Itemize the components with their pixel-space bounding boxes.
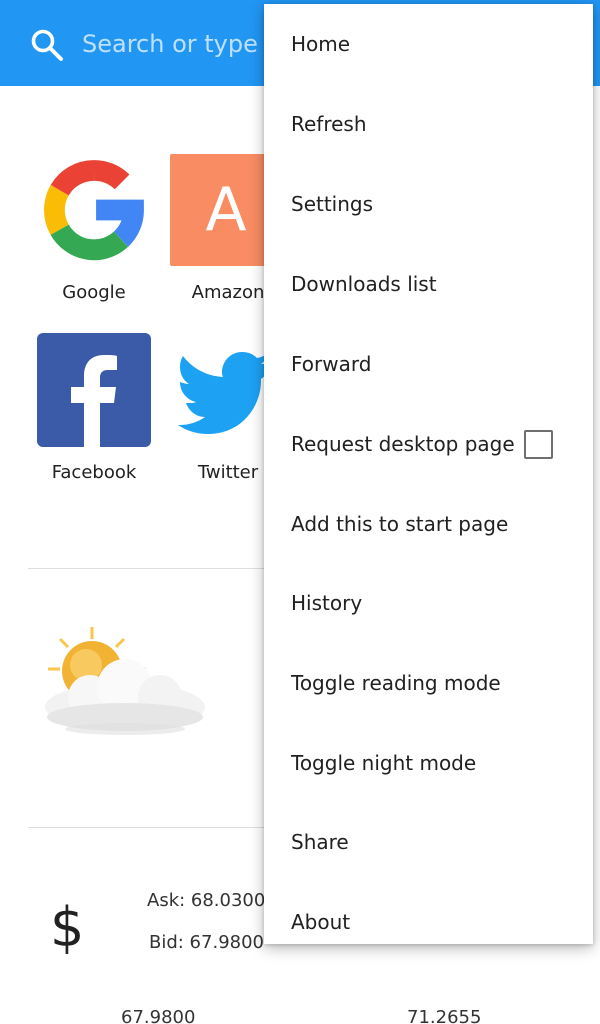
- speed-dial-google[interactable]: Google: [28, 150, 160, 310]
- ask-value: Ask: 68.0300: [147, 890, 266, 911]
- speed-dial-facebook[interactable]: Facebook: [28, 330, 160, 490]
- facebook-f-logo-icon: [37, 333, 151, 447]
- google-g-logo-icon: [28, 150, 160, 270]
- divider: [28, 827, 268, 828]
- overflow-menu: Home Refresh Settings Downloads list For…: [264, 4, 593, 944]
- bid-value: Bid: 67.9800: [149, 932, 264, 953]
- facebook-tile-frame: [28, 330, 160, 450]
- rate-value-left: 67.9800: [121, 1007, 196, 1024]
- menu-item-downloads-list[interactable]: Downloads list: [264, 244, 593, 324]
- menu-item-home[interactable]: Home: [264, 4, 593, 84]
- partly-cloudy-icon: [30, 625, 210, 745]
- menu-item-label: Request desktop page: [291, 432, 515, 456]
- menu-item-history[interactable]: History: [264, 563, 593, 643]
- request-desktop-checkbox[interactable]: [524, 430, 553, 459]
- menu-item-toggle-night-mode[interactable]: Toggle night mode: [264, 723, 593, 803]
- menu-item-share[interactable]: Share: [264, 802, 593, 882]
- menu-item-settings[interactable]: Settings: [264, 164, 593, 244]
- menu-item-request-desktop-page[interactable]: Request desktop page: [264, 404, 593, 484]
- currency-symbol: $: [50, 896, 85, 959]
- rate-value-right: 71.2655: [407, 1007, 482, 1024]
- speed-dial-label: Google: [62, 282, 126, 303]
- search-icon[interactable]: [30, 28, 64, 62]
- speed-dial-label: Facebook: [51, 462, 137, 483]
- menu-item-toggle-reading-mode[interactable]: Toggle reading mode: [264, 643, 593, 723]
- divider: [28, 568, 268, 569]
- menu-item-forward[interactable]: Forward: [264, 324, 593, 404]
- menu-item-add-to-start-page[interactable]: Add this to start page: [264, 484, 593, 564]
- menu-item-refresh[interactable]: Refresh: [264, 84, 593, 164]
- search-input[interactable]: Search or type U: [82, 30, 283, 58]
- menu-item-about[interactable]: About: [264, 882, 593, 962]
